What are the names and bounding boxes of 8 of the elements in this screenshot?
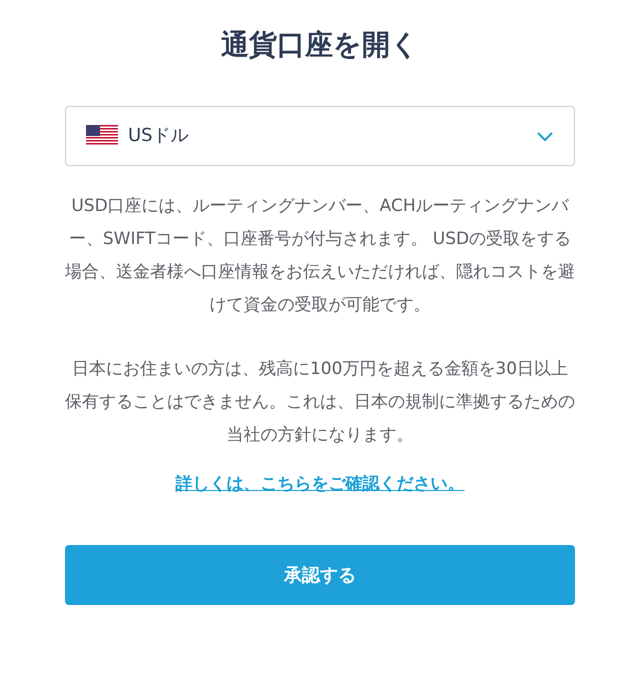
- details-link[interactable]: 詳しくは、こちらをご確認ください。: [65, 472, 575, 498]
- chevron-down-icon: [536, 130, 554, 142]
- currency-dropdown[interactable]: USドル: [65, 106, 575, 166]
- flag-icon: [86, 125, 118, 146]
- approve-button[interactable]: 承認する: [65, 545, 575, 606]
- page-title: 通貨口座を開く: [220, 28, 420, 62]
- description-text: USD口座には、ルーティングナンバー、ACHルーティングナンバー、SWIFTコード、口座番号が付与されます。 USDの受取をする場合、送金者様へ口座情報をお伝えいただければ、隠れコストを避けて資金の受取が可能です。: [65, 194, 575, 317]
- description-text: 日本にお住まいの方は、残高に100万円を超える金額を30日以上保有することはできません。これは、日本の規制に準拠するための当社の方針になります。: [65, 358, 575, 447]
